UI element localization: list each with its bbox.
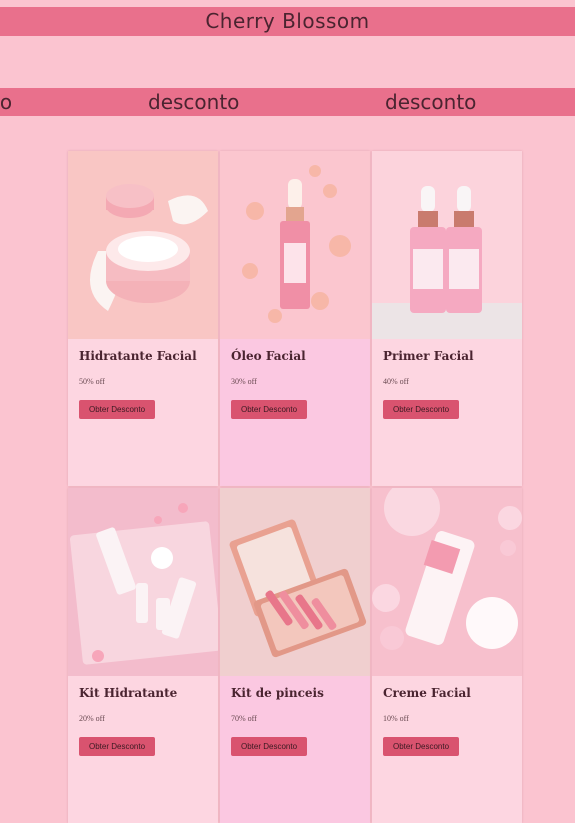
product-discount: 70% off: [231, 714, 257, 723]
marquee-item: to: [0, 90, 13, 114]
serum-bottle-icon: [220, 151, 370, 339]
product-name: Óleo Facial: [231, 349, 306, 363]
product-name: Primer Facial: [383, 349, 474, 363]
cream-tube-icon: [372, 488, 522, 676]
makeup-brushes-icon: [220, 488, 370, 676]
product-card: Óleo Facial 30% off Obter Desconto: [220, 151, 370, 486]
marquee-item: desconto: [385, 90, 477, 114]
cream-jar-icon: [68, 151, 218, 339]
get-discount-button[interactable]: Obter Desconto: [231, 400, 307, 419]
marquee-item: desconto: [148, 90, 240, 114]
product-card: Kit Hidratante 20% off Obter Desconto: [68, 488, 218, 823]
site-title: Cherry Blossom: [205, 9, 370, 33]
product-card: Primer Facial 40% off Obter Desconto: [372, 151, 522, 486]
product-discount: 20% off: [79, 714, 105, 723]
get-discount-button[interactable]: Obter Desconto: [231, 737, 307, 756]
get-discount-button[interactable]: Obter Desconto: [383, 400, 459, 419]
get-discount-button[interactable]: Obter Desconto: [79, 737, 155, 756]
product-card: Creme Facial 10% off Obter Desconto: [372, 488, 522, 823]
product-name: Hidratante Facial: [79, 349, 197, 363]
product-discount: 10% off: [383, 714, 409, 723]
product-discount: 40% off: [383, 377, 409, 386]
product-discount: 50% off: [79, 377, 105, 386]
product-discount: 30% off: [231, 377, 257, 386]
skincare-kit-icon: [68, 488, 218, 676]
product-card: Hidratante Facial 50% off Obter Desconto: [68, 151, 218, 486]
product-name: Creme Facial: [383, 686, 471, 700]
get-discount-button[interactable]: Obter Desconto: [79, 400, 155, 419]
product-card: Kit de pinceis 70% off Obter Desconto: [220, 488, 370, 823]
get-discount-button[interactable]: Obter Desconto: [383, 737, 459, 756]
product-name: Kit de pinceis: [231, 686, 324, 700]
dropper-bottles-icon: [372, 151, 522, 339]
product-name: Kit Hidratante: [79, 686, 178, 700]
discount-marquee: to desconto desconto: [0, 88, 575, 116]
